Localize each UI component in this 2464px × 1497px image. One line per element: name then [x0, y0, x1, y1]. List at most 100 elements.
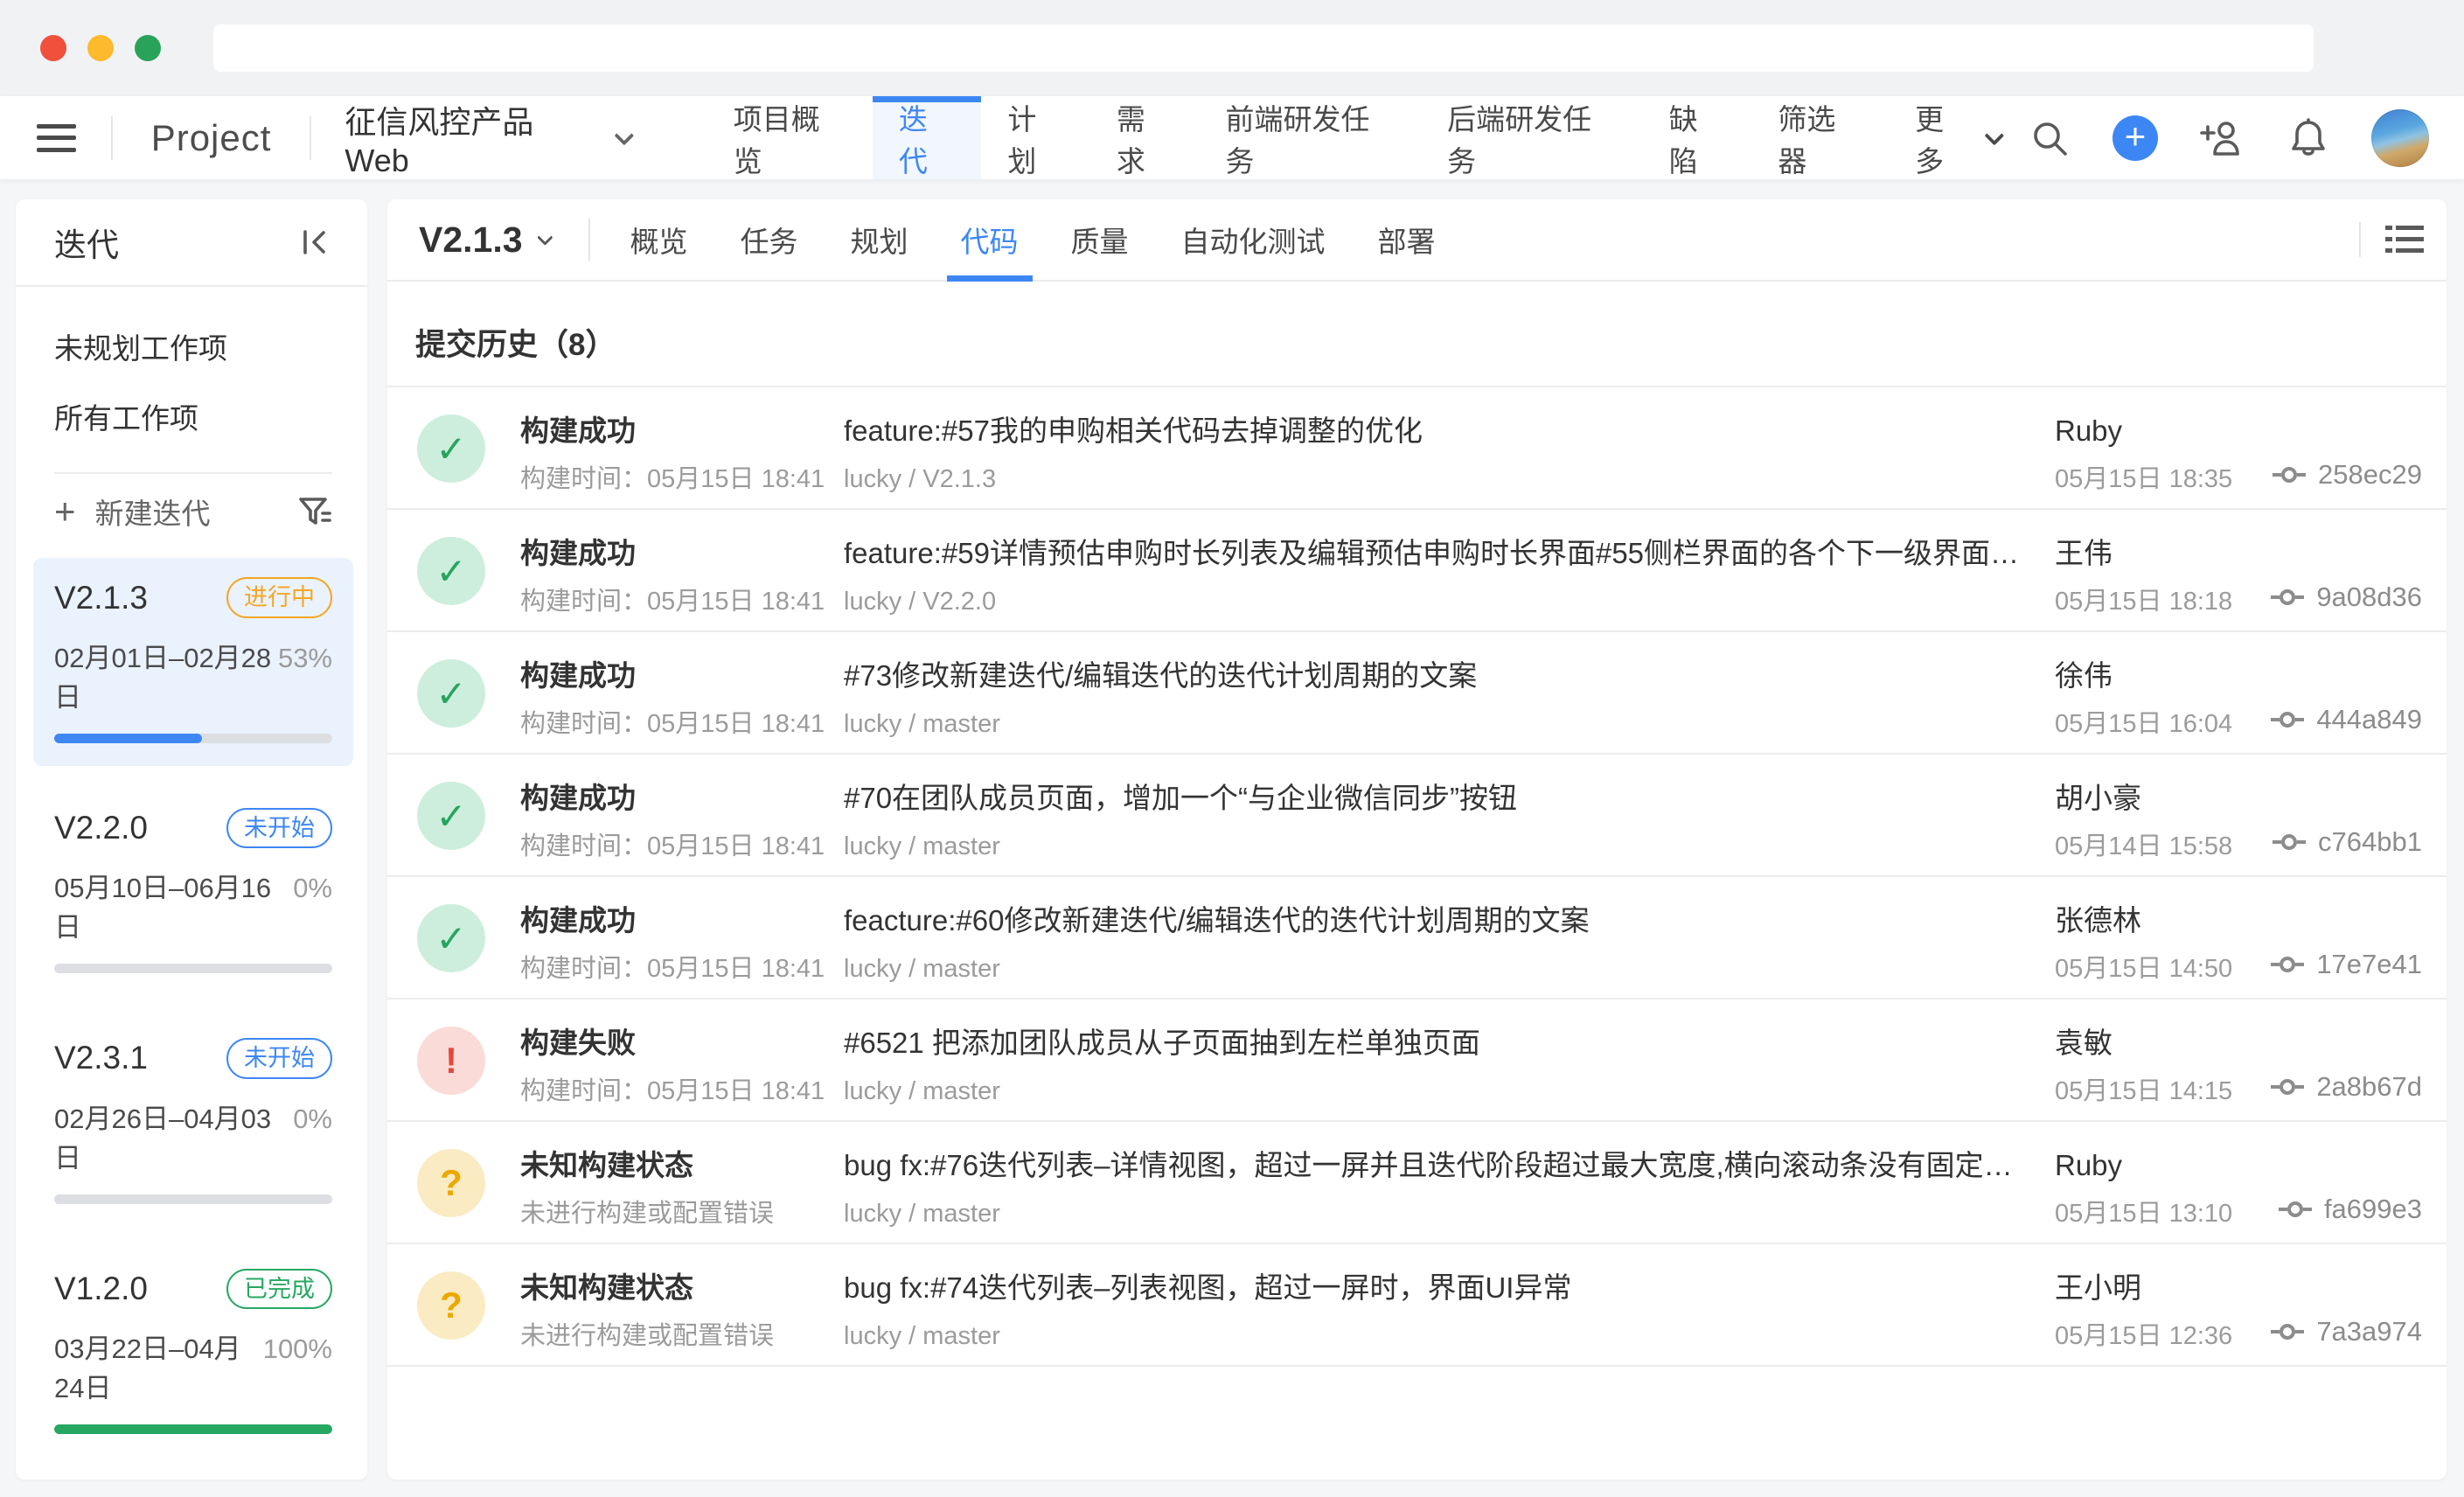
commit-hash-link[interactable]: 7a3a974	[2271, 1316, 2422, 1347]
build-status-label: 构建成功	[520, 781, 825, 816]
sidebar-link[interactable]: 未规划工作项	[54, 311, 329, 381]
nav-tab[interactable]: 计划	[981, 96, 1090, 179]
commit-hash-link[interactable]: fa699e3	[2279, 1194, 2422, 1225]
build-status-icon: ✓	[417, 659, 485, 728]
iteration-tab[interactable]: 自动化测试	[1155, 199, 1352, 280]
iteration-card[interactable]: V2.2.0 未开始 05月10日–06月16日 0%	[33, 789, 353, 996]
notifications-bell-icon[interactable]	[2284, 114, 2333, 163]
iteration-name: V1.2.0	[54, 1271, 148, 1307]
build-status-label: 构建成功	[520, 658, 825, 693]
nav-tab[interactable]: 后端研发任务	[1421, 96, 1643, 179]
commit-node-icon	[2279, 1198, 2312, 1221]
list-view-icon[interactable]	[2385, 224, 2424, 255]
window-zoom-button[interactable]	[135, 35, 161, 61]
iteration-progressbar	[54, 1194, 332, 1204]
iteration-tab[interactable]: 概览	[604, 199, 714, 280]
sidebar-link[interactable]: 所有工作项	[54, 381, 329, 451]
iteration-dates: 02月01日–02月28日	[54, 636, 278, 714]
commit-history-title: 提交历史（8）	[415, 320, 2447, 365]
commit-row[interactable]: ? 未知构建状态 未进行构建或配置错误 bug fx:#74迭代列表–列表视图，…	[387, 1244, 2447, 1367]
search-icon[interactable]	[2025, 114, 2074, 163]
commit-row[interactable]: ! 构建失败 构建时间：05月15日 18:41 #6521 把添加团队成员从子…	[387, 999, 2447, 1122]
iteration-tab[interactable]: 代码	[935, 199, 1045, 280]
commit-author: 袁敏	[2055, 1026, 2232, 1061]
nav-tab[interactable]: 筛选器	[1751, 96, 1889, 179]
commit-message[interactable]: #70在团队成员页面，增加一个“与企业微信同步”按钮	[844, 781, 1517, 816]
commit-row[interactable]: ✓ 构建成功 构建时间：05月15日 18:41 feature:#57我的申购…	[387, 387, 2447, 510]
nav-tab-label: 项目概览	[734, 96, 846, 180]
iteration-tab[interactable]: 质量	[1045, 199, 1155, 280]
commit-message[interactable]: feature:#59详情预估申购时长列表及编辑预估申购时长界面#55侧栏界面的…	[844, 536, 2033, 571]
commit-message[interactable]: feacture:#60修改新建迭代/编辑迭代的迭代计划周期的文案	[844, 903, 1590, 938]
commit-row[interactable]: ✓ 构建成功 构建时间：05月15日 18:41 feacture:#60修改新…	[387, 877, 2447, 999]
nav-tabs: 项目概览 迭代 计划 需求 前端研发任务 后端研发	[707, 96, 2025, 179]
sidebar-link-label: 所有工作项	[54, 395, 198, 437]
build-status-label: 构建成功	[520, 536, 825, 571]
project-selector[interactable]: 征信风控产品 Web	[345, 97, 628, 179]
nav-tab[interactable]: 需求	[1090, 96, 1200, 179]
iteration-dates: 05月10日–06月16日	[54, 866, 293, 944]
commit-row[interactable]: ✓ 构建成功 构建时间：05月15日 18:41 #70在团队成员页面，增加一个…	[387, 755, 2447, 877]
nav-more-menu[interactable]: 更多	[1889, 96, 2025, 179]
user-avatar[interactable]	[2371, 109, 2429, 167]
commit-message[interactable]: bug fx:#74迭代列表–列表视图，超过一屏时，界面UI异常	[844, 1271, 1571, 1306]
commit-hash-link[interactable]: 17e7e41	[2271, 949, 2422, 980]
app-logo[interactable]: Project	[151, 117, 272, 159]
chevron-down-icon	[614, 125, 634, 145]
menu-icon[interactable]	[37, 124, 76, 152]
build-status-label: 构建成功	[520, 414, 825, 449]
iteration-card[interactable]: V2.3.1 未开始 02月26日–04月03日 0%	[33, 1019, 353, 1226]
window-minimize-button[interactable]	[87, 35, 114, 61]
commit-hash: fa699e3	[2324, 1194, 2422, 1225]
sidebar-title: 迭代	[54, 219, 119, 266]
iteration-tab-label: 自动化测试	[1181, 219, 1326, 261]
commit-message[interactable]: #73修改新建迭代/编辑迭代的迭代计划周期的文案	[844, 658, 1477, 693]
iteration-selector[interactable]: V2.1.3	[419, 199, 548, 280]
commit-message[interactable]: #6521 把添加团队成员从子页面抽到左栏单独页面	[844, 1026, 1480, 1061]
build-status-label: 构建失败	[520, 1026, 825, 1061]
collapse-sidebar-icon[interactable]	[297, 225, 332, 260]
add-member-icon[interactable]	[2196, 114, 2245, 163]
divider	[111, 116, 113, 160]
commit-row[interactable]: ✓ 构建成功 构建时间：05月15日 18:41 #73修改新建迭代/编辑迭代的…	[387, 632, 2447, 755]
iteration-tab[interactable]: 规划	[825, 199, 935, 280]
commit-hash-link[interactable]: c764bb1	[2273, 826, 2422, 858]
new-iteration-button[interactable]: + 新建迭代	[16, 474, 367, 549]
commit-node-icon	[2271, 708, 2304, 731]
iteration-card[interactable]: V2.1.3 进行中 02月01日–02月28日 53%	[33, 558, 353, 765]
plus-icon: +	[54, 493, 76, 530]
commit-hash-link[interactable]: 258ec29	[2273, 459, 2422, 491]
commit-hash: c764bb1	[2318, 826, 2422, 858]
commit-branch: lucky / master	[844, 954, 1590, 985]
commit-message[interactable]: bug fx:#76迭代列表–详情视图，超过一屏并且迭代阶段超过最大宽度,横向滚…	[844, 1148, 2033, 1183]
filter-funnel-icon[interactable]	[297, 494, 332, 529]
commit-row[interactable]: ✓ 构建成功 构建时间：05月15日 18:41 feature:#59详情预估…	[387, 510, 2447, 632]
nav-tab[interactable]: 前端研发任务	[1199, 96, 1421, 179]
iteration-tab[interactable]: 任务	[714, 199, 825, 280]
build-time: 构建时间：05月15日 18:41	[520, 1076, 825, 1107]
commit-hash-link[interactable]: 2a8b67d	[2271, 1071, 2422, 1103]
nav-tab[interactable]: 缺陷	[1643, 96, 1752, 179]
nav-tab-label: 计划	[1007, 96, 1064, 180]
build-status-glyph: ✓	[435, 550, 466, 593]
iteration-tab[interactable]: 部署	[1352, 199, 1462, 280]
iteration-card[interactable]: V1.2.0 已完成 03月22日–04月24日 100%	[33, 1250, 353, 1457]
window-close-button[interactable]	[40, 35, 66, 61]
nav-tab[interactable]: 迭代	[873, 96, 982, 179]
divider	[310, 116, 311, 160]
create-button[interactable]: +	[2112, 115, 2158, 161]
iterations-sidebar: 迭代 未规划工作项 所有工作项 + 新建迭代	[16, 199, 367, 1480]
iteration-detail-header: V2.1.3 概览 任务 规划	[387, 199, 2447, 282]
build-status-glyph: ✓	[435, 672, 466, 715]
iteration-percent: 0%	[293, 873, 332, 904]
commit-node-icon	[2271, 586, 2304, 609]
nav-tab[interactable]: 项目概览	[707, 96, 873, 179]
commit-hash-link[interactable]: 9a08d36	[2271, 581, 2422, 613]
nav-tab-label: 后端研发任务	[1447, 96, 1617, 180]
commit-hash: 9a08d36	[2316, 581, 2422, 613]
build-status-glyph: ✓	[435, 917, 466, 960]
commit-row[interactable]: ? 未知构建状态 未进行构建或配置错误 bug fx:#76迭代列表–详情视图，…	[387, 1122, 2447, 1244]
commit-message[interactable]: feature:#57我的申购相关代码去掉调整的优化	[844, 414, 1423, 449]
address-bar[interactable]	[213, 24, 2314, 72]
commit-hash-link[interactable]: 444a849	[2271, 704, 2422, 735]
